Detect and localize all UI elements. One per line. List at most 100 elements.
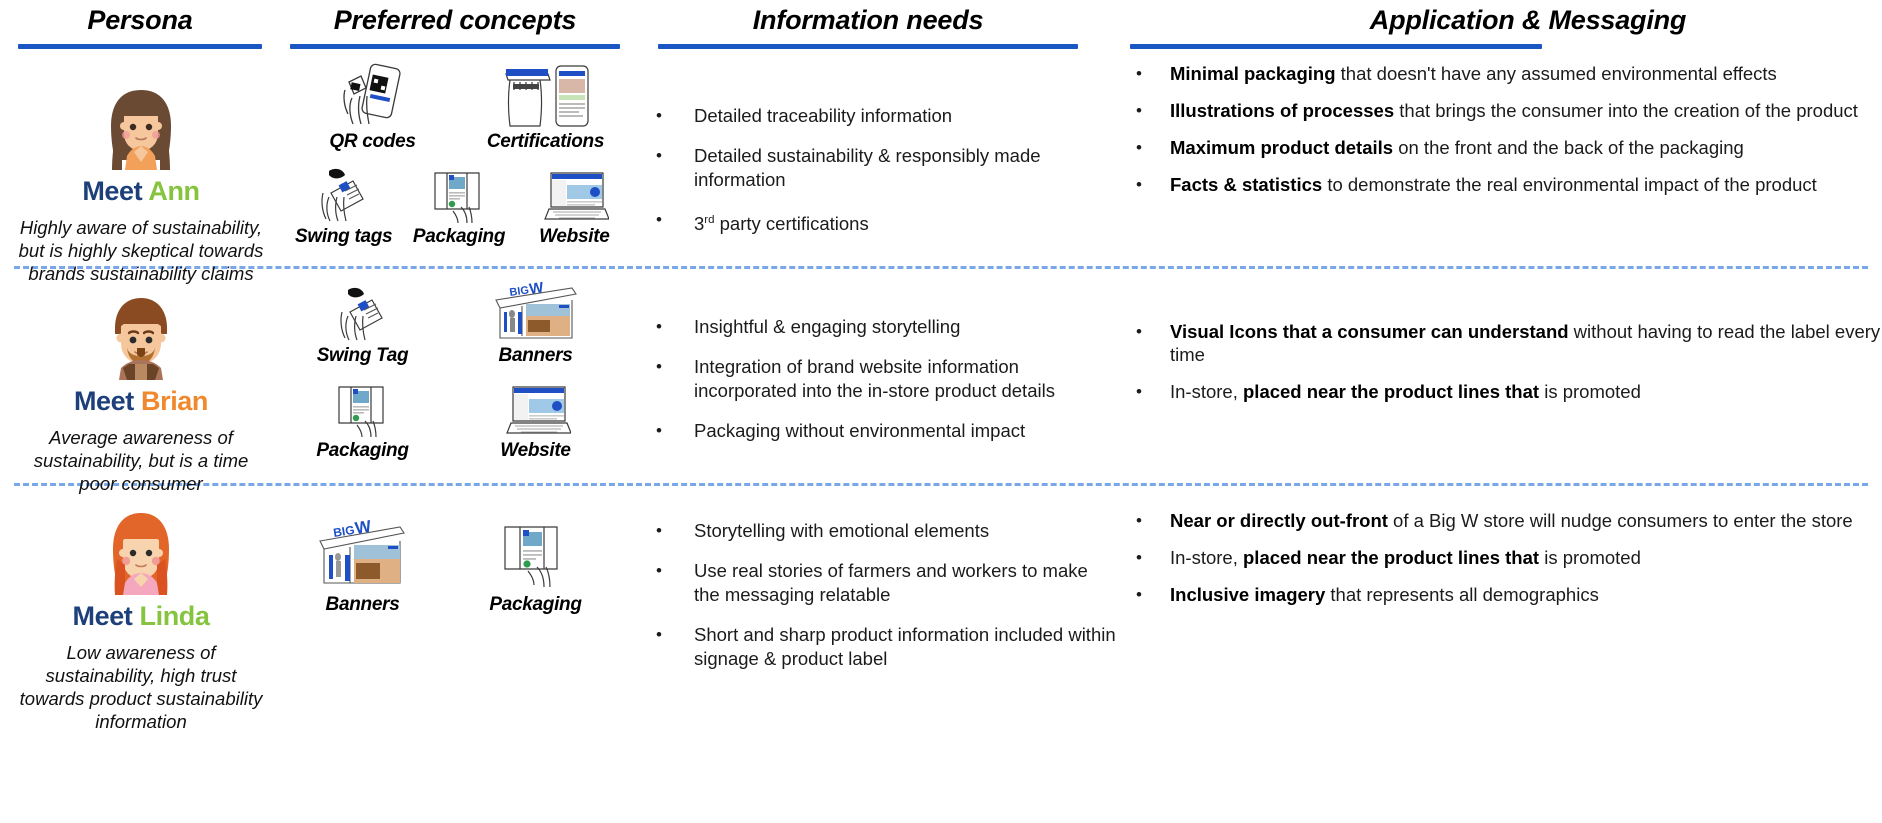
persona-row-linda: Meet Linda Low awareness of sustainabili…: [0, 487, 1882, 823]
messaging-cell-ann: • Minimal packaging that doesn't have any…: [1126, 62, 1882, 210]
messaging-rest: is promoted: [1539, 381, 1641, 402]
concepts-cell-linda: BIG W Banners Packaging: [276, 513, 622, 620]
bullet-dot: •: [656, 357, 662, 376]
persona-name-linda: Meet Linda: [10, 601, 272, 632]
qr-code-phone-icon: [288, 62, 457, 130]
needs-item: • 3rd party certifications: [648, 208, 1118, 236]
messaging-rest: that represents all demographics: [1325, 584, 1599, 605]
messaging-item: • Minimal packaging that doesn't have any…: [1126, 62, 1882, 85]
needs-text: Detailed sustainability & responsibly ma…: [694, 145, 1041, 190]
bullet-dot: •: [656, 146, 662, 165]
packaging-icon: [403, 157, 514, 225]
concept-label: Packaging: [316, 440, 409, 461]
packaging-icon: [451, 513, 620, 593]
messaging-item: • Visual Icons that a consumer can unders…: [1126, 320, 1882, 366]
concept-label: Certifications: [486, 131, 605, 152]
needs-text: Storytelling with emotional elements: [694, 520, 990, 541]
concept-packaging[interactable]: Packaging: [276, 371, 449, 466]
needs-text: 3rd party certifications: [694, 213, 869, 235]
concept-label: Packaging: [412, 226, 506, 247]
meet-word: Meet: [72, 601, 133, 631]
needs-item: • Short and sharp product information inc…: [648, 623, 1118, 671]
needs-text: Short and sharp product information incl…: [694, 624, 1116, 669]
bullet-dot: •: [656, 106, 662, 125]
bullet-dot: •: [1136, 138, 1142, 157]
concept-banners[interactable]: BIG W Banners: [276, 513, 449, 620]
concept-label: Banners: [325, 594, 400, 615]
needs-cell-ann: • Detailed traceability information • Deta…: [648, 104, 1118, 252]
bullet-dot: •: [1136, 101, 1142, 120]
needs-list-brian: • Insightful & engaging storytelling • Int…: [648, 315, 1118, 443]
messaging-bold: Maximum product details: [1170, 137, 1394, 158]
persona-row-brian: Meet Brian Average awareness of sustaina…: [0, 270, 1882, 494]
store-banner-icon: BIG W: [278, 513, 447, 593]
svg-text:BIG: BIG: [332, 523, 355, 540]
persona-name-brian: Meet Brian: [10, 386, 272, 417]
concept-banners[interactable]: BIG W Banners: [449, 276, 622, 371]
messaging-item: • Illustrations of processes that brings …: [1126, 99, 1882, 122]
messaging-bold: placed near the product lines that: [1243, 547, 1540, 568]
row-divider-2: [14, 483, 1868, 486]
persona-name-ann: Meet Ann: [10, 176, 272, 207]
messaging-bold: Visual Icons that a consumer can underst…: [1170, 321, 1569, 342]
concept-packaging[interactable]: Packaging: [449, 513, 622, 620]
concept-swing-tag[interactable]: Swing Tag: [276, 276, 449, 371]
bullet-dot: •: [1136, 382, 1142, 401]
messaging-bold: Facts & statistics: [1170, 174, 1323, 195]
messaging-pre: In-store,: [1170, 547, 1243, 568]
needs-text: Integration of brand website information…: [694, 356, 1055, 401]
persona-cell-brian: Meet Brian Average awareness of sustaina…: [10, 284, 272, 495]
needs-text: Use real stories of farmers and workers …: [694, 560, 1088, 605]
column-rule-messaging: [1130, 44, 1542, 49]
bullet-dot: •: [1136, 585, 1142, 604]
needs-item: • Integration of brand website informatio…: [648, 355, 1118, 403]
messaging-rest: of a Big W store will nudge consumers to…: [1387, 510, 1853, 531]
messaging-rest: to demonstrate the real environmental im…: [1322, 174, 1817, 195]
messaging-item: • Inclusive imagery that represents all d…: [1126, 583, 1882, 606]
column-title-persona: Persona: [87, 5, 193, 35]
row-divider-1: [14, 266, 1868, 269]
man-beard-avatar: [115, 298, 167, 380]
needs-item: • Packaging without environmental impact: [648, 419, 1118, 443]
persona-row-ann: Meet Ann Highly aware of sustainability,…: [0, 56, 1882, 284]
laptop-website-icon: [519, 157, 630, 225]
messaging-item: • In-store, placed near the product lines…: [1126, 380, 1882, 403]
messaging-rest: on the front and the back of the packagi…: [1393, 137, 1744, 158]
messaging-item: • In-store, placed near the product lines…: [1126, 546, 1882, 569]
messaging-bold: Illustrations of processes: [1170, 100, 1395, 121]
concept-label: Swing tags: [295, 226, 393, 247]
messaging-item: • Near or directly out-front of a Big W s…: [1126, 509, 1882, 532]
bullet-dot: •: [656, 421, 662, 440]
concept-label: QR codes: [329, 131, 416, 152]
messaging-bold: Minimal packaging: [1170, 63, 1336, 84]
concept-certifications[interactable]: Certifications: [459, 62, 632, 157]
concept-grid-ann: QR codes Certifications Swing tags Packa…: [286, 62, 632, 252]
concept-qr-codes[interactable]: QR codes: [286, 62, 459, 157]
column-rule-concepts: [290, 44, 620, 49]
woman-red-hair-avatar: [113, 513, 169, 595]
messaging-item: • Maximum product details on the front an…: [1126, 136, 1882, 159]
messaging-list-ann: • Minimal packaging that doesn't have any…: [1126, 62, 1882, 196]
concept-packaging[interactable]: Packaging: [401, 157, 516, 252]
messaging-cell-brian: • Visual Icons that a consumer can unders…: [1126, 320, 1882, 417]
concept-swing-tags[interactable]: Swing tags: [286, 157, 401, 252]
meet-word: Meet: [73, 386, 134, 416]
messaging-bold: placed near the product lines that: [1243, 381, 1540, 402]
concept-website[interactable]: Website: [449, 371, 622, 466]
column-title-needs: Information needs: [752, 5, 984, 35]
concept-label: Website: [539, 226, 610, 247]
needs-text: Detailed traceability information: [694, 105, 953, 126]
needs-item: • Insightful & engaging storytelling: [648, 315, 1118, 339]
bullet-dot: •: [1136, 322, 1142, 341]
messaging-rest: is promoted: [1539, 547, 1641, 568]
concept-website[interactable]: Website: [517, 157, 632, 252]
column-header-messaging: Application & Messaging: [1130, 0, 1686, 49]
needs-item: • Storytelling with emotional elements: [648, 519, 1118, 543]
needs-text: Insightful & engaging storytelling: [694, 316, 961, 337]
column-title-concepts: Preferred concepts: [333, 5, 577, 35]
column-rule-persona: [18, 44, 262, 49]
concept-label: Packaging: [489, 594, 582, 615]
messaging-pre: In-store,: [1170, 381, 1243, 402]
persona-first-name: Linda: [139, 601, 210, 631]
messaging-bold: Near or directly out-front: [1170, 510, 1388, 531]
